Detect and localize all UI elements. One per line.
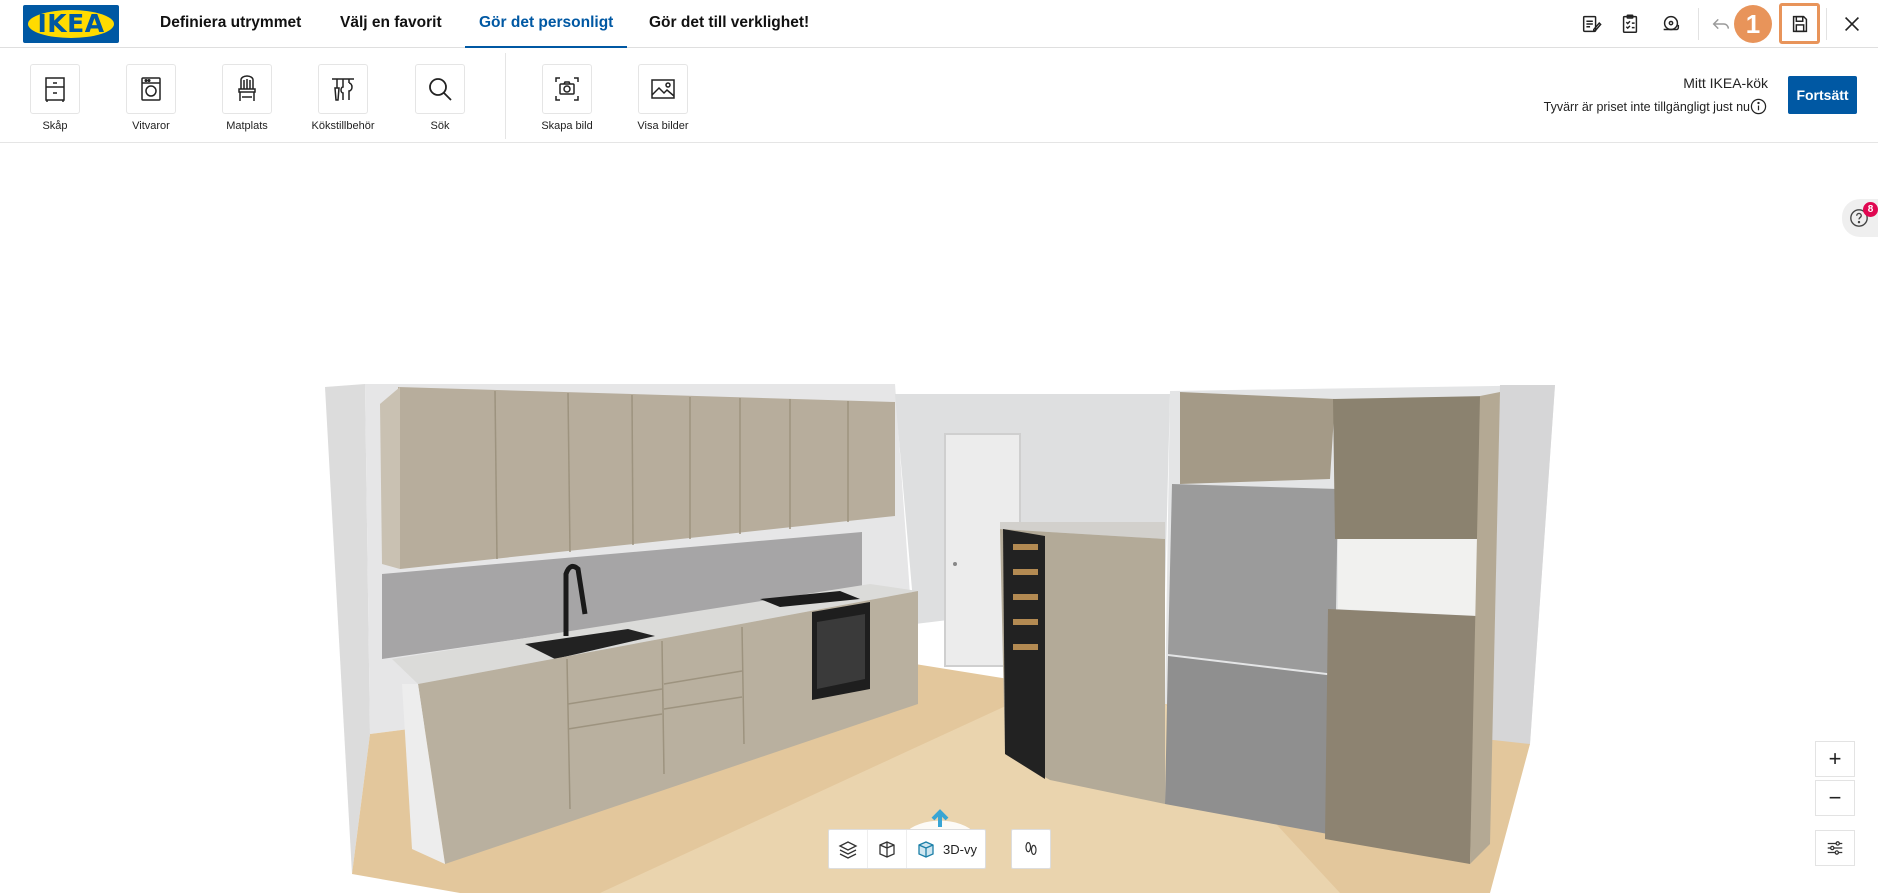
step-badge: 1 (1734, 5, 1772, 43)
tool-dining[interactable]: Matplats (202, 64, 292, 132)
tab-personalize[interactable]: Gör det personligt (465, 0, 628, 48)
3d-canvas[interactable]: 8 3D-vy + − (0, 144, 1878, 893)
zoom-out-button[interactable]: − (1815, 780, 1855, 816)
ikea-logo[interactable]: IKEA (23, 5, 119, 43)
camera-icon (555, 77, 579, 101)
tool-bar: Skåp Vitvaror Matplats Kökstillbehör Sök… (0, 49, 1878, 143)
tool-label: Visa bilder (637, 120, 689, 132)
cabinet-icon (45, 77, 65, 102)
appliance-icon (141, 77, 161, 101)
tool-show-images[interactable]: Visa bilder (618, 64, 708, 132)
tab-define-space[interactable]: Definiera utrymmet (146, 0, 315, 48)
view-switcher: 3D-vy (828, 829, 986, 869)
checklist-icon[interactable] (1616, 10, 1644, 38)
zoom-in-button[interactable]: + (1815, 741, 1855, 777)
tool-label: Skapa bild (541, 120, 593, 132)
utensils-icon (332, 78, 354, 101)
price-note: Tyvärr är priset inte tillgängligt just … (1543, 100, 1750, 114)
tab-choose-favorite[interactable]: Välj en favorit (326, 0, 456, 48)
tool-label: Skåp (42, 120, 68, 132)
measure-icon[interactable] (1657, 10, 1685, 38)
image-icon (651, 79, 675, 99)
3d-view-label: 3D-vy (943, 841, 977, 857)
floorplan-view-button[interactable] (829, 830, 868, 868)
tool-label: Vitvaror (132, 120, 170, 132)
tool-create-image[interactable]: Skapa bild (522, 64, 612, 132)
kitchen-3d-scene[interactable] (0, 144, 1878, 893)
tool-label: Sök (430, 120, 450, 132)
notes-icon[interactable] (1577, 10, 1605, 38)
toolbar-divider (505, 53, 506, 139)
tool-label: Kökstillbehör (311, 120, 375, 132)
wall-view-icon (879, 841, 895, 858)
divider (1698, 8, 1699, 40)
save-icon (1792, 15, 1807, 32)
footsteps-icon (1025, 842, 1037, 856)
kitchen-name: Mitt IKEA-kök (1683, 75, 1768, 91)
divider (1826, 8, 1827, 40)
settings-button[interactable] (1815, 830, 1855, 866)
top-bar: IKEA Definiera utrymmet Välj en favorit … (0, 0, 1878, 48)
help-badge: 8 (1863, 202, 1878, 217)
info-icon[interactable] (1750, 98, 1767, 115)
walkthrough-button[interactable] (1011, 829, 1051, 869)
3d-cube-icon (918, 841, 934, 858)
3d-view-button[interactable]: 3D-vy (907, 830, 985, 868)
tool-appliances[interactable]: Vitvaror (106, 64, 196, 132)
chair-icon (238, 75, 256, 101)
tool-search[interactable]: Sök (395, 64, 485, 132)
tab-make-it-real[interactable]: Gör det till verklighet! (635, 0, 823, 48)
tool-cabinets[interactable]: Skåp (10, 64, 100, 132)
close-icon[interactable] (1838, 10, 1866, 38)
wall-view-button[interactable] (868, 830, 907, 868)
save-button[interactable] (1779, 3, 1820, 44)
floorplan-icon (838, 841, 858, 859)
tool-accessories[interactable]: Kökstillbehör (298, 64, 388, 132)
undo-icon[interactable] (1707, 10, 1735, 38)
sliders-icon (1827, 841, 1843, 855)
search-icon (429, 78, 452, 101)
continue-button[interactable]: Fortsätt (1788, 76, 1857, 114)
logo-text: IKEA (37, 9, 105, 38)
tool-label: Matplats (226, 120, 268, 132)
